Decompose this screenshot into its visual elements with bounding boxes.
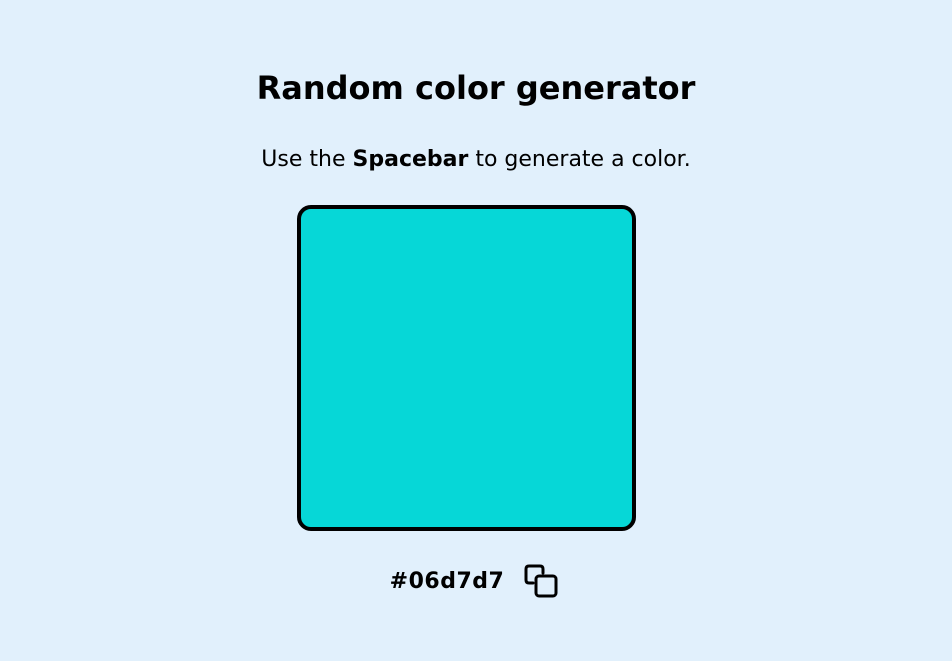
page-title: Random color generator [256,69,696,107]
spacebar-key-label: Spacebar [352,147,469,172]
instructions-prefix: Use the [261,147,353,172]
instructions: Use the Spacebar to generate a color. [0,145,952,175]
copy-icon [524,564,558,598]
hex-row: #06d7d7 [0,562,952,602]
instructions-suffix: to generate a color. [468,147,691,172]
color-swatch [297,205,636,531]
copy-button[interactable] [522,562,562,602]
hex-code: #06d7d7 [389,569,505,594]
